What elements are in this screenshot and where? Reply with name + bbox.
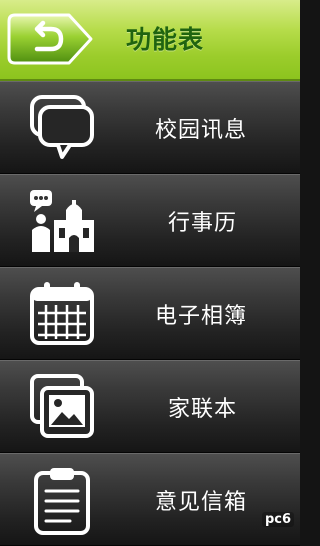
back-arrow-icon [7, 13, 93, 65]
function-menu: 校园讯息 行事历 电子相簿 家联本 意见信箱 [0, 81, 300, 546]
menu-item-label: 家联本 [168, 397, 238, 422]
menu-item-contact-book[interactable]: 家联本 [0, 360, 300, 453]
menu-item-label: 行事历 [168, 211, 238, 236]
menu-item-suggestion-box[interactable]: 意见信箱 [0, 453, 300, 546]
clipboard-icon [24, 465, 100, 535]
calendar-icon [24, 279, 100, 349]
menu-item-calendar-events[interactable]: 行事历 [0, 174, 300, 267]
back-button[interactable] [7, 9, 95, 69]
menu-item-label: 校园讯息 [155, 118, 248, 143]
photo-album-icon [24, 372, 100, 442]
school-building-icon [24, 186, 100, 256]
app-header: 功能表 [0, 0, 300, 81]
menu-item-label: 电子相簿 [155, 304, 248, 329]
watermark-logo: pc6 [261, 512, 294, 527]
page-title: 功能表 [126, 25, 205, 54]
menu-item-label: 意见信箱 [155, 490, 248, 515]
chat-bubbles-icon [24, 93, 100, 163]
menu-item-school-news[interactable]: 校园讯息 [0, 81, 300, 174]
menu-item-photo-album[interactable]: 电子相簿 [0, 267, 300, 360]
